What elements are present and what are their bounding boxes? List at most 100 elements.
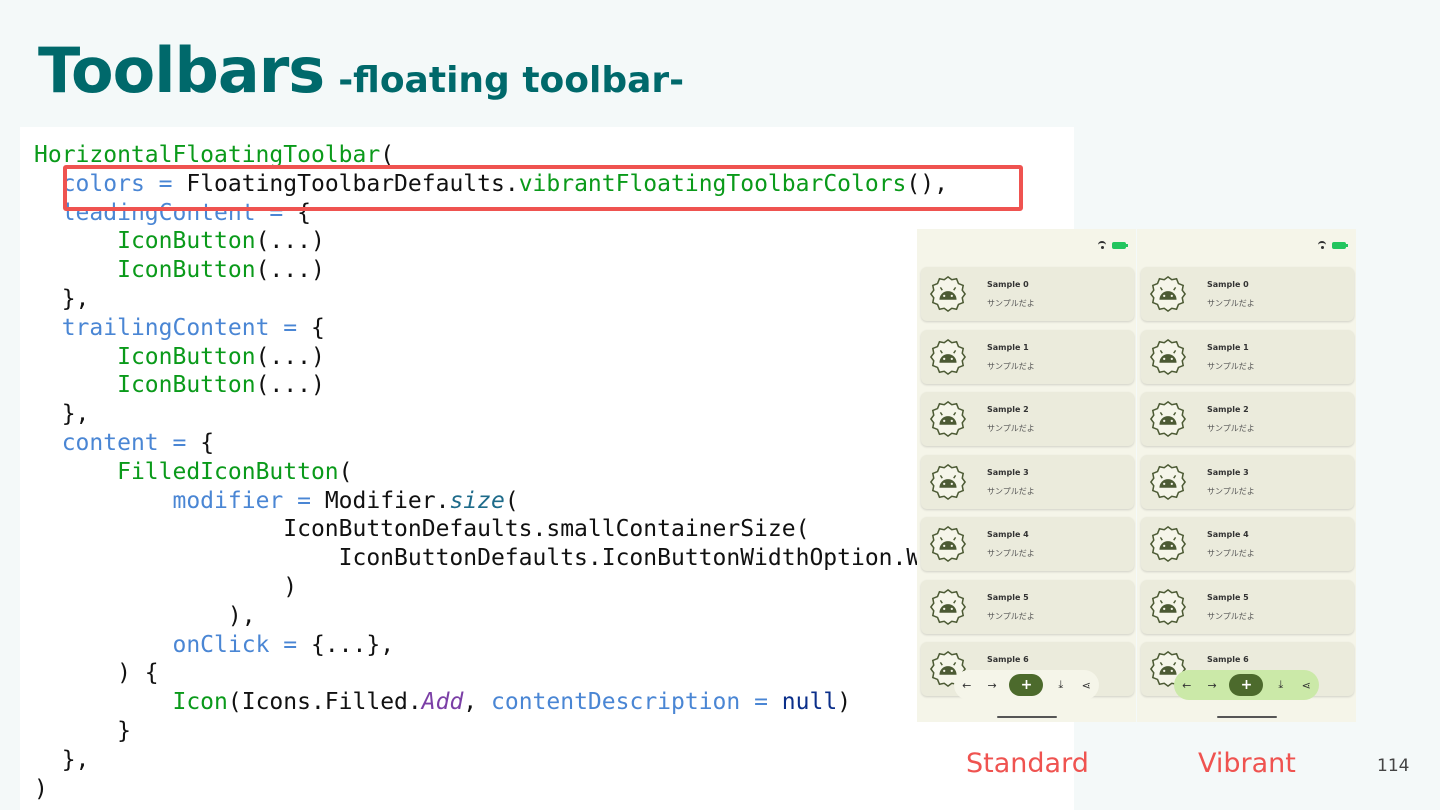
code-line: IconButtonDefaults.IconButtonWidthOption… — [34, 544, 962, 573]
code-token: ) — [837, 689, 852, 716]
code-token: FloatingToolbarDefaults. — [186, 170, 519, 197]
slide-title-main: Toolbars — [38, 34, 325, 107]
code-line: colors = FloatingToolbarDefaults.vibrant… — [34, 170, 962, 199]
code-token: = — [740, 689, 782, 716]
code-token: contentDescription — [491, 689, 741, 716]
list-item-title: Sample 2 — [1207, 405, 1249, 414]
code-line: } — [34, 717, 962, 746]
code-line: IconButton(...) — [34, 371, 962, 400]
list-item-title: Sample 4 — [1207, 530, 1249, 539]
list-item[interactable]: Sample 0 サンプルだよ — [921, 267, 1134, 321]
list-item[interactable]: Sample 4 サンプルだよ — [1141, 517, 1354, 571]
list-item[interactable]: Sample 5 サンプルだよ — [1141, 579, 1354, 634]
list-item[interactable]: Sample 1 サンプルだよ — [1141, 329, 1354, 384]
list-item-title: Sample 1 — [987, 342, 1029, 352]
arrow-forward-icon[interactable]: → — [1204, 677, 1220, 693]
code-token: IconButtonDefaults.IconButtonWidthOption… — [34, 545, 962, 572]
list-item-title: Sample 0 — [987, 280, 1029, 289]
code-token: ( — [380, 142, 395, 168]
list-item[interactable]: Sample 1 サンプルだよ — [921, 329, 1134, 384]
list-item[interactable]: Sample 0 サンプルだよ — [1141, 267, 1354, 321]
download-icon[interactable]: ⤓ — [1273, 677, 1289, 693]
code-token: (...) — [255, 343, 325, 370]
code-token: (...) — [255, 228, 325, 255]
phone-screenshot-vibrant: Sample 0 サンプルだよ Sample 1 サンプルだよ Sample 2 サンプル… — [1137, 229, 1356, 722]
code-line: leadingContent = { — [34, 199, 962, 228]
list-item-subtitle: サンプルだよ — [1207, 549, 1255, 558]
code-token: = — [283, 487, 325, 514]
list-item[interactable]: Sample 3 サンプルだよ — [921, 454, 1134, 509]
code-token: content — [61, 429, 159, 456]
code-line: IconButton(...) — [34, 227, 962, 256]
list-item-title: Sample 6 — [987, 655, 1029, 664]
download-icon[interactable]: ⤓ — [1053, 677, 1069, 693]
list-item-title: Sample 0 — [1207, 280, 1249, 289]
arrow-back-icon[interactable]: ← — [1179, 677, 1195, 693]
list-item[interactable]: Sample 5 サンプルだよ — [921, 579, 1134, 634]
code-token: Icon — [172, 689, 228, 716]
list-item-subtitle: サンプルだよ — [1207, 486, 1255, 496]
code-token: trailingContent — [61, 314, 270, 341]
code-token: IconButton — [117, 343, 256, 370]
list-item[interactable]: Sample 2 サンプルだよ — [921, 392, 1134, 446]
navigation-handle — [997, 716, 1057, 718]
list-item-subtitle: サンプルだよ — [1207, 424, 1255, 433]
android-avatar-icon — [929, 463, 967, 501]
list-item-subtitle: サンプルだよ — [987, 486, 1035, 496]
code-line: ) { — [34, 659, 962, 688]
code-token: = — [158, 429, 201, 456]
code-token: }, — [34, 746, 90, 773]
floating-toolbar-vibrant: ← → + ⤓ ⋖ — [1174, 670, 1319, 700]
page-number: 114 — [1377, 756, 1410, 776]
code-token: ) — [34, 573, 298, 600]
share-icon[interactable]: ⋖ — [1078, 677, 1094, 693]
code-line: IconButton(...) — [34, 343, 962, 372]
list-item-subtitle: サンプルだよ — [987, 549, 1035, 558]
list-item[interactable]: Sample 2 サンプルだよ — [1141, 392, 1354, 446]
code-token: (Icons.Filled. — [227, 689, 422, 716]
add-icon[interactable]: + — [1229, 674, 1264, 696]
code-line: modifier = Modifier.size( — [34, 487, 962, 516]
list-item-title: Sample 5 — [987, 592, 1029, 602]
code-token: IconButtonDefaults.smallContainerSize( — [34, 516, 810, 543]
list-item-title: Sample 1 — [1207, 342, 1249, 352]
arrow-forward-icon[interactable]: → — [984, 677, 1000, 693]
status-bar — [1318, 239, 1348, 251]
code-token: HorizontalFloatingToolbar — [34, 142, 381, 168]
code-token: }, — [34, 401, 90, 428]
list-item-subtitle: サンプルだよ — [987, 361, 1035, 371]
android-avatar-icon — [929, 400, 967, 438]
slide-title: Toolbars -floating toolbar- — [38, 34, 684, 107]
code-token: colors — [61, 170, 145, 197]
code-token: , — [463, 689, 491, 716]
add-icon[interactable]: + — [1009, 674, 1044, 696]
android-avatar-icon — [1149, 588, 1187, 626]
android-avatar-icon — [929, 588, 967, 626]
code-token: vibrantFloatingToolbarColors — [518, 170, 907, 197]
list-item-title: Sample 6 — [1207, 655, 1249, 664]
code-line: IconButtonDefaults.smallContainerSize( — [34, 515, 962, 544]
list-item-title: Sample 2 — [987, 405, 1029, 414]
share-icon[interactable]: ⋖ — [1298, 677, 1314, 693]
code-token: modifier — [172, 487, 284, 514]
slide-title-sub: -floating toolbar- — [338, 60, 685, 101]
code-token: ) { — [34, 660, 159, 687]
list-item-subtitle: サンプルだよ — [987, 299, 1035, 308]
code-token: = — [269, 631, 311, 658]
arrow-back-icon[interactable]: ← — [959, 677, 975, 693]
list-item[interactable]: Sample 4 サンプルだよ — [921, 517, 1134, 571]
code-token: ), — [34, 602, 256, 629]
battery-icon — [1332, 241, 1348, 249]
wifi-icon — [1098, 241, 1108, 249]
code-token: = — [255, 199, 298, 226]
list-item[interactable]: Sample 3 サンプルだよ — [1141, 454, 1354, 509]
code-token: Modifier. — [324, 487, 450, 514]
code-line: ) — [34, 573, 962, 602]
